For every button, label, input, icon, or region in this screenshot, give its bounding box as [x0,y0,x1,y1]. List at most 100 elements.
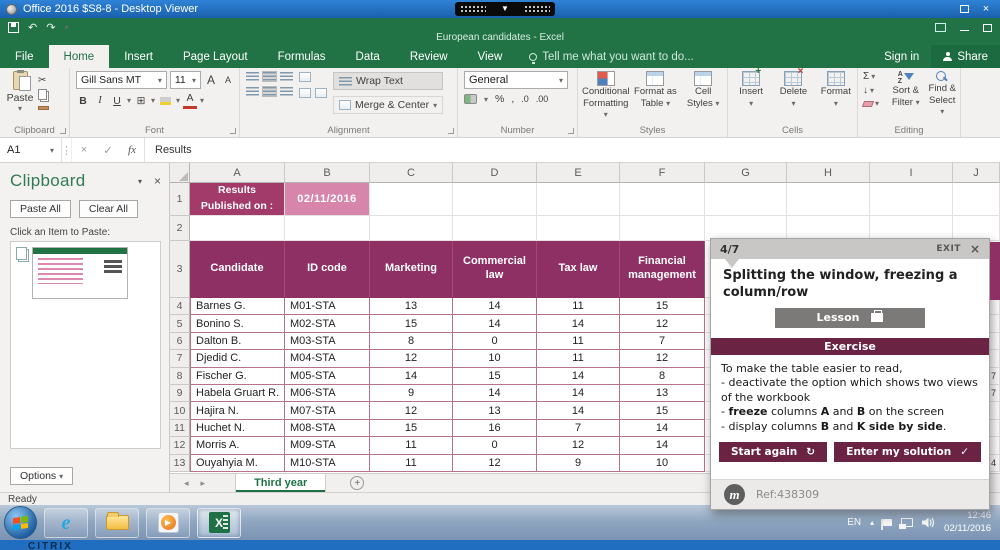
cell-mark[interactable]: 14 [453,385,537,402]
column-header-E[interactable]: E [537,163,620,183]
cell-mark[interactable]: 14 [453,298,537,315]
cell-a1[interactable]: ResultsPublished on : [190,183,285,216]
cell-mark[interactable]: 12 [370,402,453,419]
cell-mark[interactable]: 9 [537,455,620,472]
cell-mark[interactable]: 14 [537,368,620,385]
lesson-button[interactable]: Lesson [775,308,925,328]
share-button[interactable]: Share [931,45,1000,68]
cell-mark[interactable]: 0 [453,333,537,350]
cell-mark[interactable]: 12 [453,455,537,472]
cell-id-code[interactable]: M09-STA [285,437,370,454]
cell-mark[interactable]: 7 [620,333,705,350]
clipboard-item-thumbnail[interactable] [32,247,128,299]
cell-candidate[interactable]: Fischer G. [190,368,285,385]
cell[interactable] [537,183,620,216]
select-all-corner[interactable] [170,163,190,183]
cell-mark[interactable]: 8 [370,333,453,350]
number-dialog-launcher[interactable] [568,128,574,134]
cell-mark[interactable]: 12 [537,437,620,454]
ribbon-display-options-icon[interactable] [935,23,946,32]
pane-options-button[interactable]: Options ▾ [10,467,73,485]
table-header-marketing[interactable]: Marketing [370,241,453,298]
decrease-decimal-icon[interactable]: .00 [536,94,549,104]
cell[interactable] [620,216,705,241]
cell[interactable] [953,183,1000,216]
cell[interactable] [370,183,453,216]
cell-id-code[interactable]: M01-STA [285,298,370,315]
cell-id-code[interactable]: M03-STA [285,333,370,350]
tutorial-exit-button[interactable]: EXIT [936,244,961,254]
row-header-3[interactable]: 3 [170,241,190,298]
fill-color-icon[interactable] [160,97,171,105]
cell-mark[interactable]: 14 [620,420,705,437]
citrix-toolbar-pill[interactable]: ▼ [455,2,555,16]
cell-mark[interactable]: 13 [370,298,453,315]
fill-color-dropdown-icon[interactable]: ▾ [176,96,180,105]
percent-style-icon[interactable]: % [495,93,504,105]
table-header-tax-law[interactable]: Tax law [537,241,620,298]
cell[interactable] [370,216,453,241]
row-header-7[interactable]: 7 [170,350,190,367]
confirm-entry-icon[interactable]: ✓ [96,138,120,162]
name-box[interactable]: A1 ▾ [0,138,62,162]
increase-indent-icon[interactable] [315,88,327,98]
cell[interactable] [190,216,285,241]
column-header-G[interactable]: G [705,163,787,183]
row-header-1[interactable]: 1 [170,183,190,216]
sign-in-button[interactable]: Sign in [872,45,931,68]
column-header-H[interactable]: H [787,163,870,183]
format-painter-icon[interactable] [38,106,49,110]
bold-button[interactable]: B [76,92,90,109]
cell-mark[interactable]: 10 [620,455,705,472]
tab-review[interactable]: Review [395,45,463,68]
cell-candidate[interactable]: Huchet N. [190,420,285,437]
tab-file[interactable]: File [0,45,49,68]
sheet-tab-third-year[interactable]: Third year [235,474,326,492]
font-dialog-launcher[interactable] [230,128,236,134]
cell[interactable] [285,216,370,241]
font-color-dropdown-icon[interactable]: ▾ [200,96,204,105]
tab-data[interactable]: Data [341,45,395,68]
accounting-dropdown-icon[interactable]: ▾ [484,95,488,104]
decrease-indent-icon[interactable] [299,88,311,98]
cell[interactable] [453,183,537,216]
cell-mark[interactable]: 12 [620,315,705,332]
restore-window-button[interactable] [956,3,972,16]
tutorial-panel-header[interactable]: 4/7 EXIT × [711,239,989,259]
formula-bar-grip[interactable]: ⋮ [62,138,72,162]
start-button[interactable] [4,506,37,539]
cell-mark[interactable]: 15 [620,402,705,419]
language-indicator[interactable]: EN [847,517,861,528]
cell-id-code[interactable]: M04-STA [285,350,370,367]
cell-mark[interactable]: 0 [453,437,537,454]
tab-home[interactable]: Home [49,45,110,68]
cell[interactable] [705,183,787,216]
cancel-entry-icon[interactable]: × [72,138,96,162]
cell-mark[interactable]: 9 [370,385,453,402]
column-header-I[interactable]: I [870,163,953,183]
row-header-6[interactable]: 6 [170,333,190,350]
cell-id-code[interactable]: M02-STA [285,315,370,332]
cell[interactable] [453,216,537,241]
cell-mark[interactable]: 16 [453,420,537,437]
row-header-10[interactable]: 10 [170,402,190,419]
cell-mark[interactable]: 11 [537,298,620,315]
cell[interactable] [787,183,870,216]
cell-mark[interactable]: 11 [537,350,620,367]
cell-mark[interactable]: 10 [453,350,537,367]
cell-mark[interactable]: 11 [537,333,620,350]
cell-mark[interactable]: 12 [370,350,453,367]
align-bottom-icon[interactable] [280,72,293,81]
cell-mark[interactable]: 8 [620,368,705,385]
increase-decimal-icon[interactable]: .0 [521,94,529,104]
tab-view[interactable]: View [463,45,518,68]
align-right-icon[interactable] [280,87,293,96]
orientation-icon[interactable] [299,72,311,82]
alignment-dialog-launcher[interactable] [448,128,454,134]
cell-candidate[interactable]: Morris A. [190,437,285,454]
taskbar-clock[interactable]: 12:46 02/11/2016 [944,510,994,536]
cell-mark[interactable]: 14 [537,385,620,402]
align-middle-icon[interactable] [263,72,276,81]
cell-b1[interactable]: 02/11/2016 [285,183,370,216]
taskbar-file-explorer[interactable] [95,508,139,538]
